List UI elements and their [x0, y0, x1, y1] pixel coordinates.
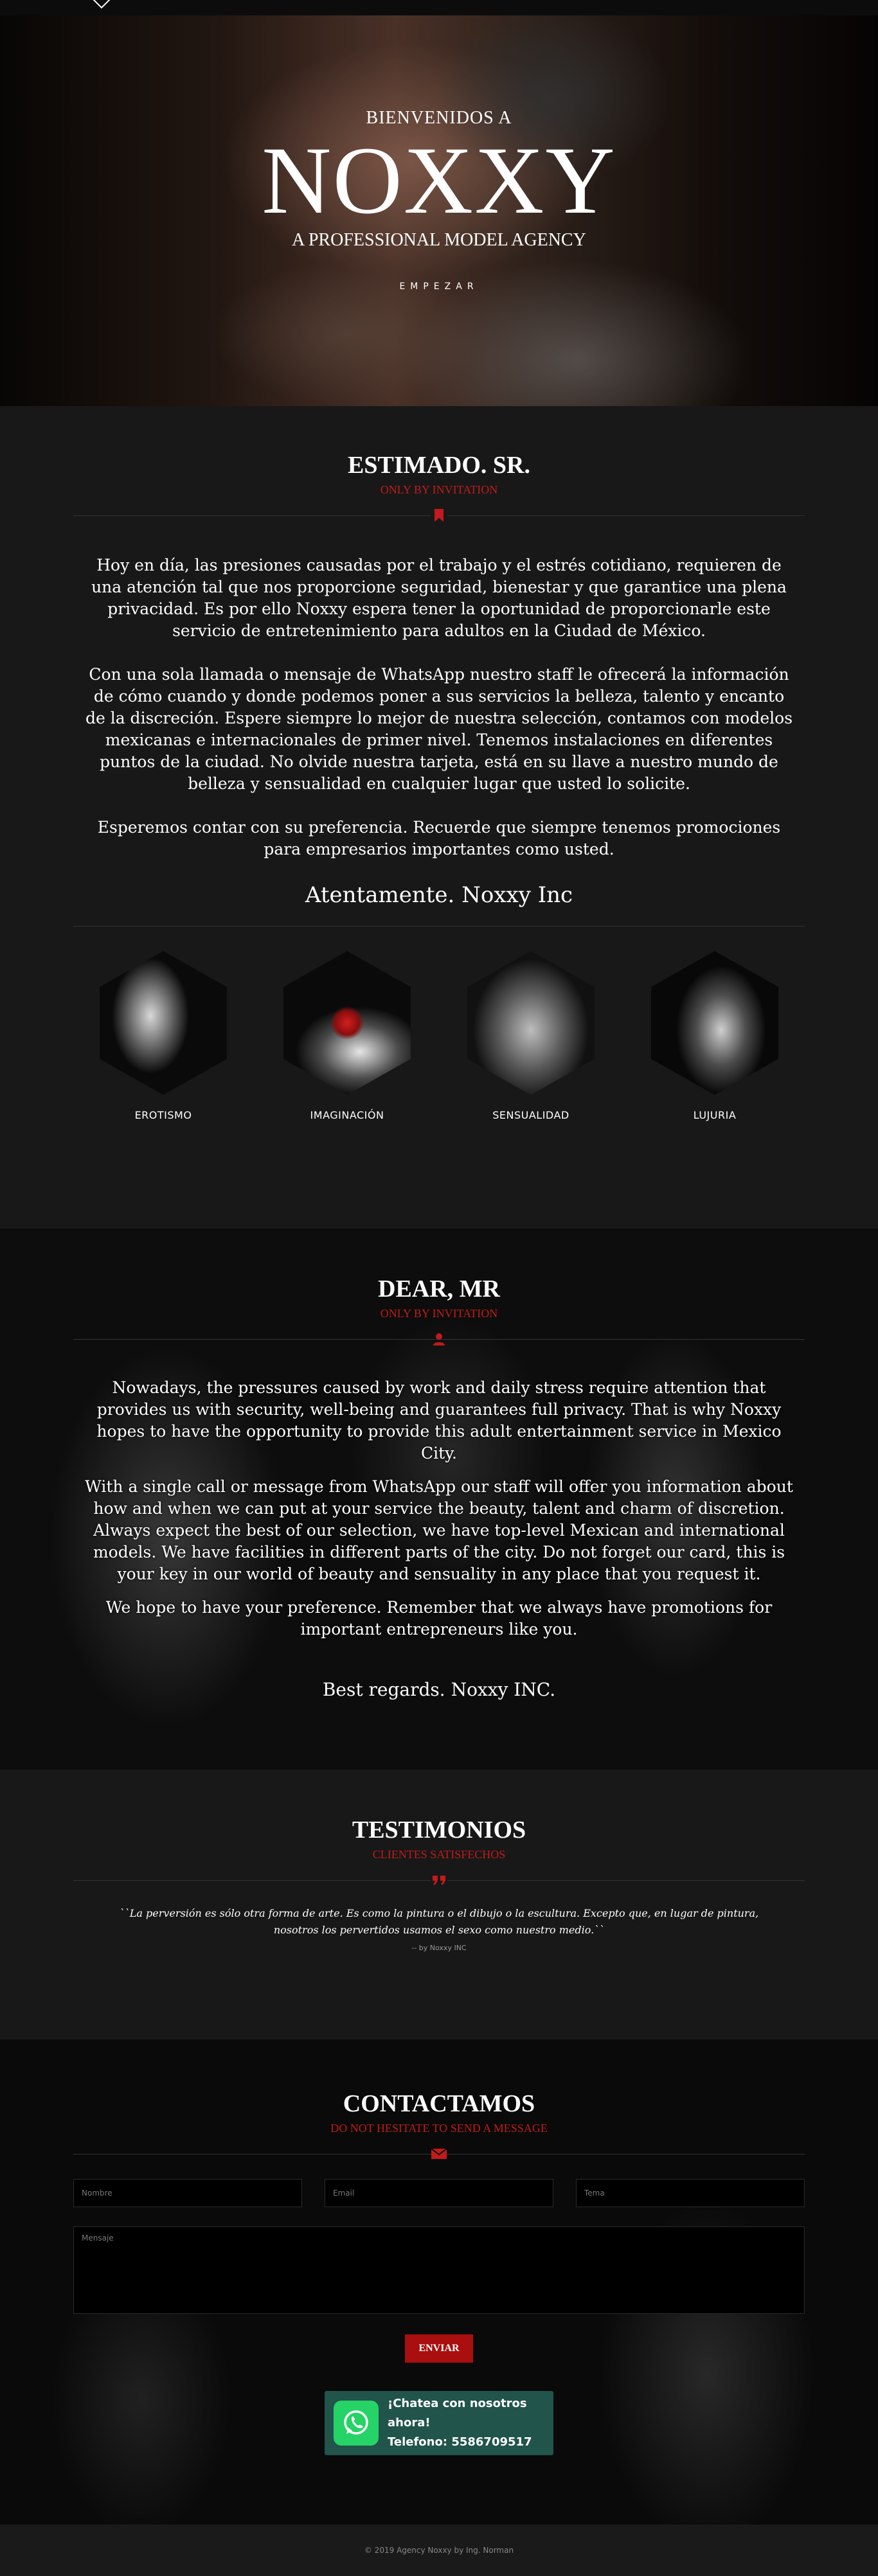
paragraph: We hope to have your preference. Remembe…: [105, 1598, 773, 1639]
testimonial-quote: ``La perversión es sólo otra forma de ar…: [119, 1907, 759, 1936]
user-icon: [431, 1331, 447, 1347]
hero-welcome: BIENVENIDOS A: [366, 108, 512, 128]
send-button[interactable]: ENVIAR: [405, 2334, 473, 2363]
whatsapp-cta: ¡Chatea con nosotros ahora!: [388, 2397, 527, 2429]
name-input[interactable]: [73, 2179, 302, 2207]
divider-line: [73, 926, 805, 927]
feature-item[interactable]: SENSUALIDAD: [467, 951, 595, 1121]
envelope-icon: [431, 2145, 447, 2162]
signature: Atentamente. Noxxy Inc: [305, 882, 573, 908]
contact-form-row: [73, 2179, 805, 2207]
whatsapp-phone: Telefono: 5586709517: [388, 2435, 532, 2449]
bookmark-icon: [431, 507, 447, 524]
section-subtitle: ONLY BY INVITATION: [380, 1307, 498, 1320]
paragraph: With a single call or message from Whats…: [85, 1477, 793, 1583]
section-title: TESTIMONIOS: [352, 1817, 526, 1843]
section-title: DEAR, MR: [378, 1275, 500, 1302]
feature-item[interactable]: EROTISMO: [100, 951, 227, 1121]
section-title: ESTIMADO. SR.: [348, 452, 530, 479]
whatsapp-text: ¡Chatea con nosotros ahora! Telefono: 55…: [388, 2394, 544, 2452]
top-navbar: [0, 0, 878, 15]
paragraph: Hoy en día, las presiones causadas por e…: [91, 556, 787, 640]
section-divider: [73, 1870, 805, 1890]
feature-gallery: EROTISMO IMAGINACIÓN SENSUALIDAD LUJURIA: [0, 951, 878, 1121]
feature-label: IMAGINACIÓN: [310, 1109, 384, 1121]
testimonials-section: TESTIMONIOS CLIENTES SATISFECHOS ``La pe…: [0, 1770, 878, 2039]
section-subtitle: CLIENTES SATISFECHOS: [372, 1848, 506, 1861]
section-divider: [73, 1329, 805, 1349]
intro-text-en: Nowadays, the pressures caused by work a…: [82, 1377, 796, 1640]
spanish-intro-section: ESTIMADO. SR. ONLY BY INVITATION Hoy en …: [0, 406, 878, 1229]
footer: © 2019 Agency Noxxy by Ing. Norman: [0, 2525, 878, 2576]
paragraph: Con una sola llamada o mensaje de WhatsA…: [85, 665, 793, 793]
quote-icon: [431, 1872, 447, 1888]
feature-image[interactable]: [467, 951, 595, 1095]
feature-label: EROTISMO: [134, 1109, 192, 1121]
signature: Best regards. Noxxy INC.: [322, 1679, 556, 1700]
section-divider: [73, 2144, 805, 2163]
hero-tagline: A PROFESSIONAL MODEL AGENCY: [292, 230, 586, 250]
feature-label: LUJURIA: [693, 1109, 737, 1121]
paragraph: Esperemos contar con su preferencia. Rec…: [97, 818, 781, 858]
email-input[interactable]: [325, 2179, 553, 2207]
feature-label: SENSUALIDAD: [492, 1109, 569, 1121]
copyright-text: © 2019 Agency Noxxy by Ing. Norman: [364, 2546, 514, 2555]
section-subtitle: DO NOT HESITATE TO SEND A MESSAGE: [330, 2122, 548, 2135]
hero-banner: BIENVENIDOS A NOXXY A PROFESSIONAL MODEL…: [0, 0, 878, 406]
hero-brand: NOXXY: [262, 127, 616, 234]
feature-image[interactable]: [651, 951, 778, 1095]
intro-text-es: Hoy en día, las presiones causadas por e…: [82, 555, 796, 860]
message-textarea[interactable]: [73, 2226, 805, 2314]
feature-image[interactable]: [283, 951, 411, 1095]
section-subtitle: ONLY BY INVITATION: [380, 483, 498, 496]
testimonial-author: -- by Noxxy INC: [411, 1944, 467, 1952]
contact-section: CONTACTAMOS DO NOT HESITATE TO SEND A ME…: [0, 2039, 878, 2525]
feature-item[interactable]: IMAGINACIÓN: [283, 951, 411, 1121]
english-intro-section: DEAR, MR ONLY BY INVITATION Nowadays, th…: [0, 1229, 878, 1770]
subject-input[interactable]: [576, 2179, 805, 2207]
section-divider: [73, 506, 805, 525]
start-button[interactable]: EMPEZAR: [399, 281, 478, 292]
logo-chevron-icon[interactable]: [90, 0, 113, 12]
paragraph: Nowadays, the pressures caused by work a…: [96, 1378, 782, 1462]
whatsapp-chat-button[interactable]: ¡Chatea con nosotros ahora! Telefono: 55…: [325, 2391, 553, 2455]
whatsapp-icon: [334, 2401, 379, 2446]
section-title: CONTACTAMOS: [343, 2090, 535, 2117]
hero-text: BIENVENIDOS A NOXXY A PROFESSIONAL MODEL…: [0, 108, 878, 292]
feature-image[interactable]: [100, 951, 227, 1095]
feature-item[interactable]: LUJURIA: [651, 951, 778, 1121]
